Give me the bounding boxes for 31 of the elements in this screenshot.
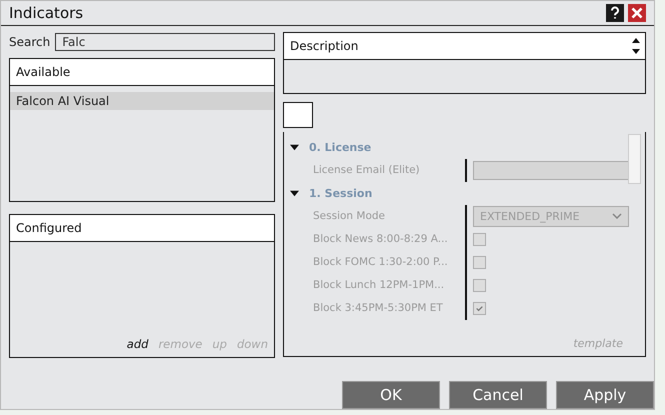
search-field[interactable]: Falc (55, 32, 275, 51)
property-label: Block News 8:00-8:29 A... (312, 233, 449, 246)
close-icon[interactable] (628, 4, 646, 22)
property-label: Block FOMC 1:30-2:00 P... (312, 256, 449, 268)
expand-icon[interactable] (290, 142, 299, 152)
input-field[interactable] (283, 102, 313, 128)
dialog-button[interactable]: OK (342, 381, 440, 409)
help-icon[interactable] (606, 4, 624, 22)
property-label: Block 3:45PM-5:30PM ET (312, 302, 444, 314)
property-label: License Email (Elite) (312, 164, 421, 176)
text-field[interactable] (473, 160, 629, 180)
chevron-icon (612, 213, 622, 220)
description-header: Description (290, 38, 358, 53)
checkbox[interactable] (473, 232, 486, 246)
panel-header: Available (10, 58, 274, 86)
panel-header: Configured (10, 214, 274, 242)
category-label: 1. Session (309, 186, 372, 200)
checkbox[interactable] (473, 256, 486, 269)
expand-icon[interactable] (290, 188, 299, 198)
checkbox[interactable] (473, 278, 486, 292)
dialog-button[interactable]: Apply (556, 381, 654, 409)
window-title: Indicators (9, 4, 84, 22)
action-link[interactable]: add (126, 336, 148, 351)
property-label: Block Lunch 12PM-1PM... (312, 279, 446, 292)
list-item[interactable]: Falcon AI Visual (10, 92, 274, 110)
category-label: 0. License (309, 140, 372, 154)
scrollbar[interactable] (628, 134, 641, 184)
dialog-button[interactable]: Cancel (449, 381, 547, 409)
search-label: Search (9, 34, 50, 49)
checkbox[interactable] (473, 302, 486, 315)
property-label: Session Mode (312, 210, 386, 222)
